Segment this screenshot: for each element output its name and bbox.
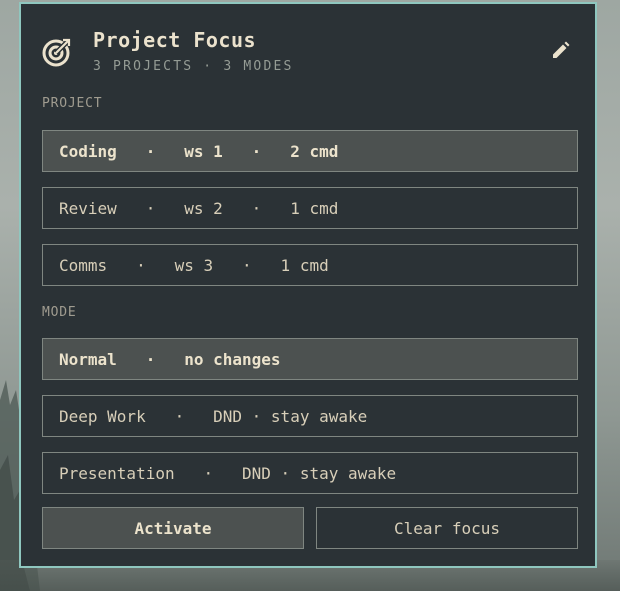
widget-subtitle: 3 PROJECTS · 3 MODES: [93, 59, 294, 74]
mode-option-deep-work[interactable]: Deep Work · DND · stay awake: [42, 395, 578, 437]
project-option-comms[interactable]: Comms · ws 3 · 1 cmd: [42, 244, 578, 286]
project-option-coding[interactable]: Coding · ws 1 · 2 cmd: [42, 130, 578, 172]
mode-section-label: MODE: [42, 305, 77, 320]
pencil-icon: [553, 41, 570, 58]
activate-button[interactable]: Activate: [42, 507, 304, 549]
project-option-review[interactable]: Review · ws 2 · 1 cmd: [42, 187, 578, 229]
project-focus-panel: Project Focus 3 PROJECTS · 3 MODES PROJE…: [19, 2, 597, 568]
project-section-label: PROJECT: [42, 96, 103, 111]
widget-title: Project Focus: [93, 28, 257, 52]
edit-button[interactable]: [549, 40, 571, 62]
clear-focus-button[interactable]: Clear focus: [316, 507, 578, 549]
mode-option-presentation[interactable]: Presentation · DND · stay awake: [42, 452, 578, 494]
target-icon: [42, 38, 71, 67]
mode-option-normal[interactable]: Normal · no changes: [42, 338, 578, 380]
